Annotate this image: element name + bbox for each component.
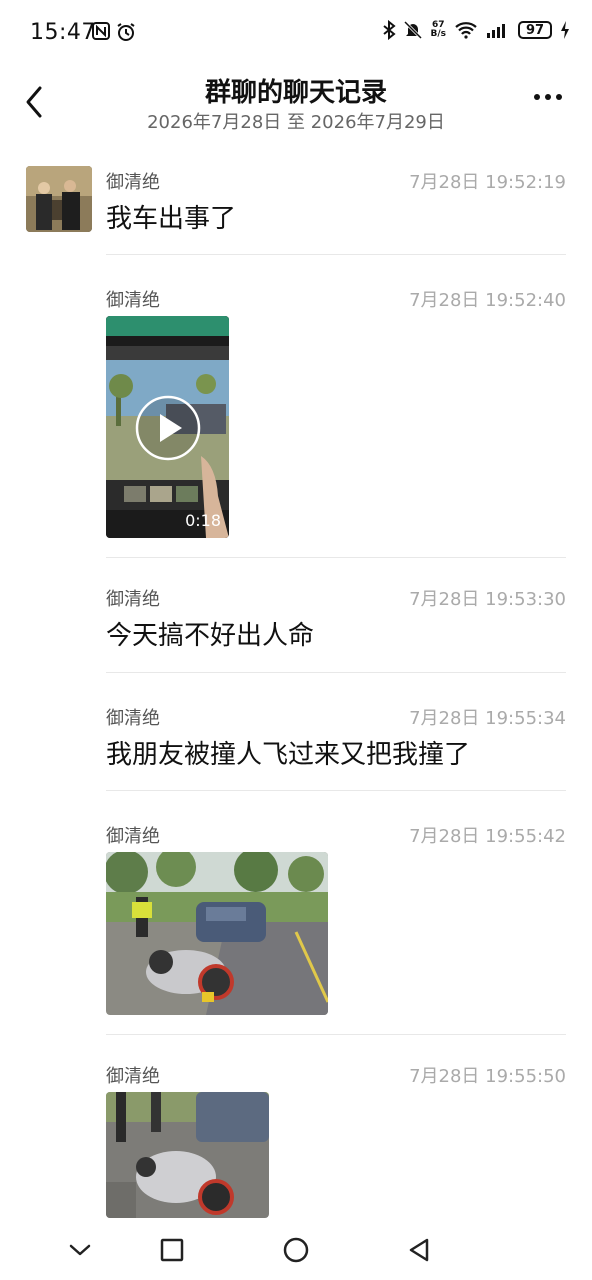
message-list[interactable]: 御清绝 7月28日 19:52:19 我车出事了 御清绝 7月28日 19:52… [0, 160, 592, 1218]
page-title: 群聊的聊天记录 [204, 78, 387, 108]
back-triangle-icon[interactable] [403, 1234, 435, 1266]
net-speed-unit: B/s [430, 29, 446, 39]
video-duration: 0:18 [185, 511, 221, 530]
dot-icon [545, 94, 551, 100]
message-text: 我朋友被撞人飞过来又把我撞了 [106, 740, 471, 770]
network-speed: 67 B/s [430, 21, 446, 39]
mute-bell-icon [404, 20, 423, 40]
sender-name: 御清绝 [106, 1066, 160, 1087]
divider [106, 1034, 566, 1035]
sender-name: 御清绝 [106, 172, 160, 193]
message-time: 7月28日 19:55:42 [409, 826, 566, 847]
dot-icon [556, 94, 562, 100]
date-range: 2026年7月28日 至 2026年7月29日 [147, 112, 445, 133]
status-bar: 15:47 67 B/s 97 [0, 0, 592, 66]
more-options-button[interactable] [534, 94, 562, 100]
message-time: 7月28日 19:52:19 [409, 172, 566, 193]
divider [106, 672, 566, 673]
message-text: 今天搞不好出人命 [106, 621, 315, 651]
message-text: 我车出事了 [106, 204, 237, 234]
chat-message[interactable]: 御清绝 7月28日 19:55:42 [106, 814, 566, 1034]
system-nav-bar [0, 1218, 592, 1280]
recent-apps-square-icon[interactable] [156, 1234, 188, 1266]
accident-photo[interactable] [106, 1092, 269, 1218]
alarm-icon [117, 23, 135, 41]
chat-message[interactable]: 御清绝 7月28日 19:52:40 0:18 [106, 278, 566, 558]
dot-icon [534, 94, 540, 100]
message-time: 7月28日 19:52:40 [409, 290, 566, 311]
divider [106, 254, 566, 255]
sender-name: 御清绝 [106, 826, 160, 847]
chat-history-header: 群聊的聊天记录 2026年7月28日 至 2026年7月29日 [0, 66, 592, 146]
chat-message[interactable]: 御清绝 7月28日 19:55:50 [106, 1054, 566, 1218]
home-circle-icon[interactable] [280, 1234, 312, 1266]
divider [106, 557, 566, 558]
charging-icon [561, 21, 569, 39]
signal-icon [487, 24, 505, 38]
n-icon [92, 22, 110, 40]
chevron-down-icon[interactable] [64, 1234, 96, 1266]
video-thumbnail[interactable]: 0:18 [106, 316, 229, 538]
chat-message[interactable]: 御清绝 7月28日 19:55:34 我朋友被撞人飞过来又把我撞了 [106, 696, 566, 790]
message-time: 7月28日 19:53:30 [409, 589, 566, 610]
divider [106, 790, 566, 791]
sender-name: 御清绝 [106, 708, 160, 729]
sender-name: 御清绝 [106, 290, 160, 311]
status-time: 15:47 [30, 20, 96, 45]
chat-message[interactable]: 御清绝 7月28日 19:53:30 今天搞不好出人命 [106, 577, 566, 671]
sender-avatar[interactable] [26, 166, 92, 232]
wifi-icon [455, 22, 477, 39]
bluetooth-icon [383, 20, 397, 40]
sender-name: 御清绝 [106, 589, 160, 610]
battery-indicator: 97 [518, 21, 552, 39]
message-time: 7月28日 19:55:50 [409, 1066, 566, 1087]
message-time: 7月28日 19:55:34 [409, 708, 566, 729]
chat-message[interactable]: 御清绝 7月28日 19:52:19 我车出事了 [106, 160, 566, 254]
accident-photo[interactable] [106, 852, 328, 1015]
